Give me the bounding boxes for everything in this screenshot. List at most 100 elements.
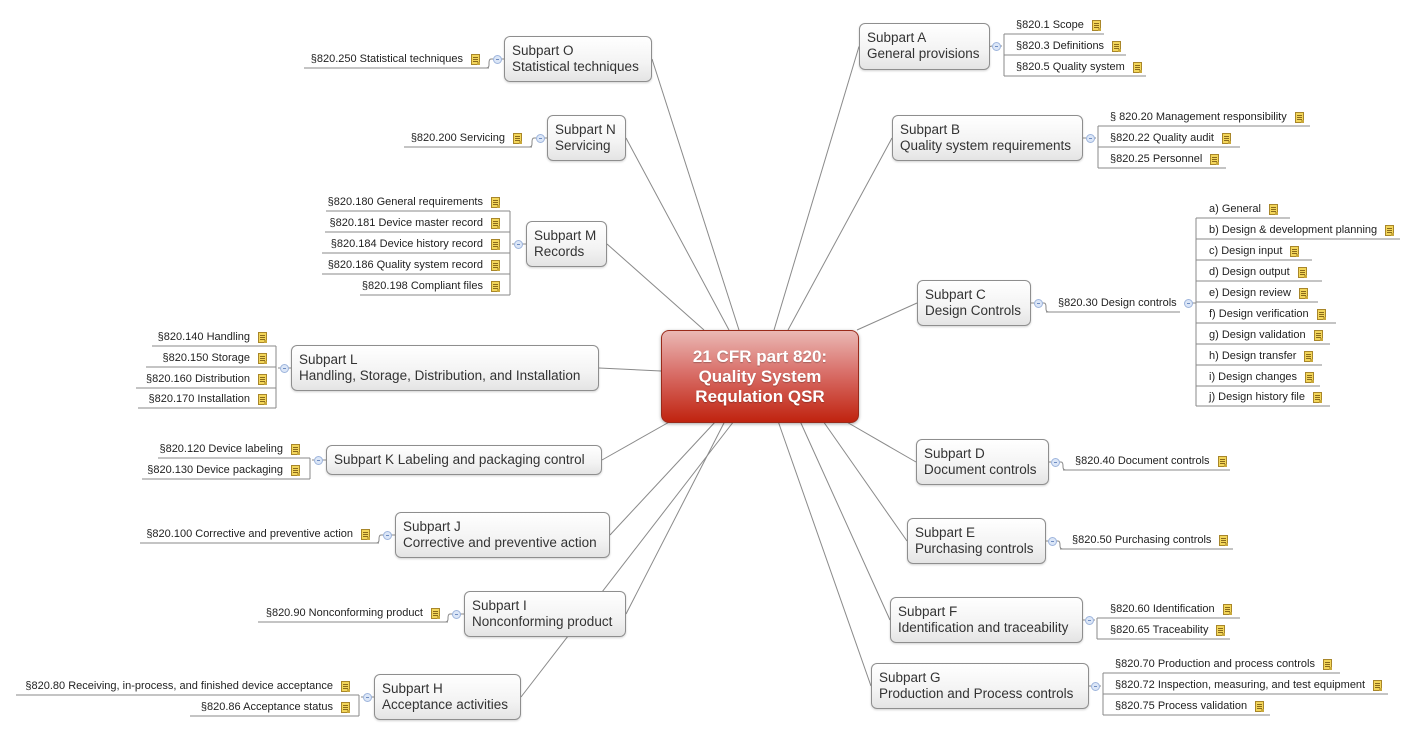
section-item[interactable]: §820.200 Servicing: [411, 130, 522, 146]
subpart-topic-g[interactable]: Subpart G Production and Process controls: [871, 663, 1089, 709]
section-item[interactable]: §820.60 Identification: [1110, 601, 1232, 617]
section-item[interactable]: §820.65 Traceability: [1110, 622, 1226, 638]
section-item[interactable]: §820.5 Quality system: [1016, 59, 1142, 75]
collapse-minus-icon[interactable]: [514, 240, 523, 249]
section-item[interactable]: §820.181 Device master record: [330, 215, 500, 231]
design-control-item[interactable]: b) Design & development planning: [1209, 222, 1395, 238]
section-item[interactable]: §820.50 Purchasing controls: [1072, 532, 1229, 548]
section-item[interactable]: §820.75 Process validation: [1115, 698, 1265, 714]
note-icon[interactable]: [361, 528, 370, 540]
design-control-item[interactable]: e) Design review: [1209, 285, 1308, 301]
note-icon[interactable]: [1290, 245, 1300, 257]
subpart-topic-i[interactable]: Subpart I Nonconforming product: [464, 591, 626, 637]
note-icon[interactable]: [491, 238, 500, 250]
note-icon[interactable]: [1210, 153, 1220, 165]
note-icon[interactable]: [491, 280, 500, 292]
note-icon[interactable]: [471, 53, 480, 65]
section-item[interactable]: §820.250 Statistical techniques: [311, 51, 480, 67]
note-icon[interactable]: [431, 607, 440, 619]
note-icon[interactable]: [1312, 391, 1322, 403]
note-icon[interactable]: [341, 680, 350, 692]
section-item[interactable]: §820.140 Handling: [158, 329, 267, 345]
note-icon[interactable]: [1221, 132, 1231, 144]
subpart-topic-l[interactable]: Subpart L Handling, Storage, Distribution…: [291, 345, 599, 391]
note-icon[interactable]: [1316, 308, 1326, 320]
note-icon[interactable]: [1222, 603, 1232, 615]
subpart-topic-a[interactable]: Subpart A General provisions: [859, 23, 990, 70]
design-control-item[interactable]: j) Design history file: [1209, 389, 1322, 405]
section-item[interactable]: §820.130 Device packaging: [147, 462, 300, 478]
subpart-topic-b[interactable]: Subpart B Quality system requirements: [892, 115, 1083, 161]
design-control-item[interactable]: h) Design transfer: [1209, 348, 1314, 364]
section-item[interactable]: §820.72 Inspection, measuring, and test …: [1115, 677, 1383, 693]
collapse-minus-icon[interactable]: [1085, 616, 1094, 625]
section-item[interactable]: §820.80 Receiving, in-process, and finis…: [25, 678, 350, 694]
note-icon[interactable]: [1297, 266, 1307, 278]
note-icon[interactable]: [513, 132, 522, 144]
subpart-topic-d[interactable]: Subpart D Document controls: [916, 439, 1049, 485]
subpart-topic-c[interactable]: Subpart C Design Controls: [917, 280, 1031, 326]
collapse-minus-icon[interactable]: [536, 134, 545, 143]
section-item[interactable]: §820.3 Definitions: [1016, 38, 1122, 54]
section-item[interactable]: §820.1 Scope: [1016, 17, 1101, 33]
note-icon[interactable]: [341, 701, 350, 713]
note-icon[interactable]: [1091, 19, 1101, 31]
subpart-topic-h[interactable]: Subpart H Acceptance activities: [374, 674, 521, 720]
section-item[interactable]: §820.25 Personnel: [1110, 151, 1220, 167]
section-item[interactable]: §820.70 Production and process controls: [1115, 656, 1332, 672]
central-topic[interactable]: 21 CFR part 820: Quality System Requlati…: [661, 330, 859, 423]
collapse-minus-icon[interactable]: [1091, 682, 1100, 691]
note-icon[interactable]: [1268, 203, 1278, 215]
note-icon[interactable]: [1322, 658, 1332, 670]
section-item[interactable]: §820.198 Compliant files: [362, 278, 500, 294]
note-icon[interactable]: [1255, 700, 1265, 712]
note-icon[interactable]: [291, 443, 300, 455]
note-icon[interactable]: [1294, 111, 1304, 123]
design-control-item[interactable]: c) Design input: [1209, 243, 1300, 259]
section-item[interactable]: § 820.20 Management responsibility: [1110, 109, 1304, 125]
note-icon[interactable]: [1132, 61, 1142, 73]
section-item[interactable]: §820.180 General requirements: [328, 194, 500, 210]
collapse-minus-icon[interactable]: [992, 42, 1001, 51]
note-icon[interactable]: [491, 217, 500, 229]
section-item[interactable]: §820.40 Document controls: [1075, 453, 1227, 469]
note-icon[interactable]: [1216, 624, 1226, 636]
note-icon[interactable]: [1313, 329, 1323, 341]
section-item[interactable]: §820.184 Device history record: [331, 236, 500, 252]
note-icon[interactable]: [1385, 224, 1395, 236]
collapse-minus-icon[interactable]: [452, 610, 461, 619]
section-item[interactable]: §820.170 Installation: [148, 391, 267, 407]
subpart-topic-e[interactable]: Subpart E Purchasing controls: [907, 518, 1046, 564]
collapse-minus-icon[interactable]: [383, 531, 392, 540]
section-item[interactable]: §820.150 Storage: [163, 350, 267, 366]
section-item[interactable]: §820.86 Acceptance status: [201, 699, 350, 715]
note-icon[interactable]: [491, 196, 500, 208]
subpart-topic-m[interactable]: Subpart M Records: [526, 221, 607, 267]
note-icon[interactable]: [258, 331, 267, 343]
section-item[interactable]: §820.90 Nonconforming product: [266, 605, 440, 621]
section-item[interactable]: §820.120 Device labeling: [159, 441, 300, 457]
collapse-minus-icon[interactable]: [280, 364, 289, 373]
subpart-topic-o[interactable]: Subpart O Statistical techniques: [504, 36, 652, 82]
collapse-minus-icon[interactable]: [314, 456, 323, 465]
subpart-topic-k[interactable]: Subpart K Labeling and packaging control: [326, 445, 602, 475]
subpart-topic-j[interactable]: Subpart J Corrective and preventive actio…: [395, 512, 610, 558]
note-icon[interactable]: [258, 393, 267, 405]
subpart-topic-f[interactable]: Subpart F Identification and traceability: [890, 597, 1083, 643]
note-icon[interactable]: [258, 352, 267, 364]
design-control-item[interactable]: d) Design output: [1209, 264, 1307, 280]
note-icon[interactable]: [1304, 350, 1314, 362]
section-item[interactable]: §820.30 Design controls: [1058, 295, 1177, 311]
note-icon[interactable]: [1219, 534, 1229, 546]
collapse-minus-icon[interactable]: [1086, 134, 1095, 143]
collapse-minus-icon[interactable]: [1184, 299, 1193, 308]
collapse-minus-icon[interactable]: [1034, 299, 1043, 308]
note-icon[interactable]: [1112, 40, 1122, 52]
note-icon[interactable]: [1373, 679, 1383, 691]
design-control-item[interactable]: f) Design verification: [1209, 306, 1326, 322]
collapse-minus-icon[interactable]: [1051, 458, 1060, 467]
note-icon[interactable]: [1305, 371, 1315, 383]
design-control-item[interactable]: i) Design changes: [1209, 369, 1315, 385]
collapse-minus-icon[interactable]: [1048, 537, 1057, 546]
note-icon[interactable]: [258, 373, 267, 385]
